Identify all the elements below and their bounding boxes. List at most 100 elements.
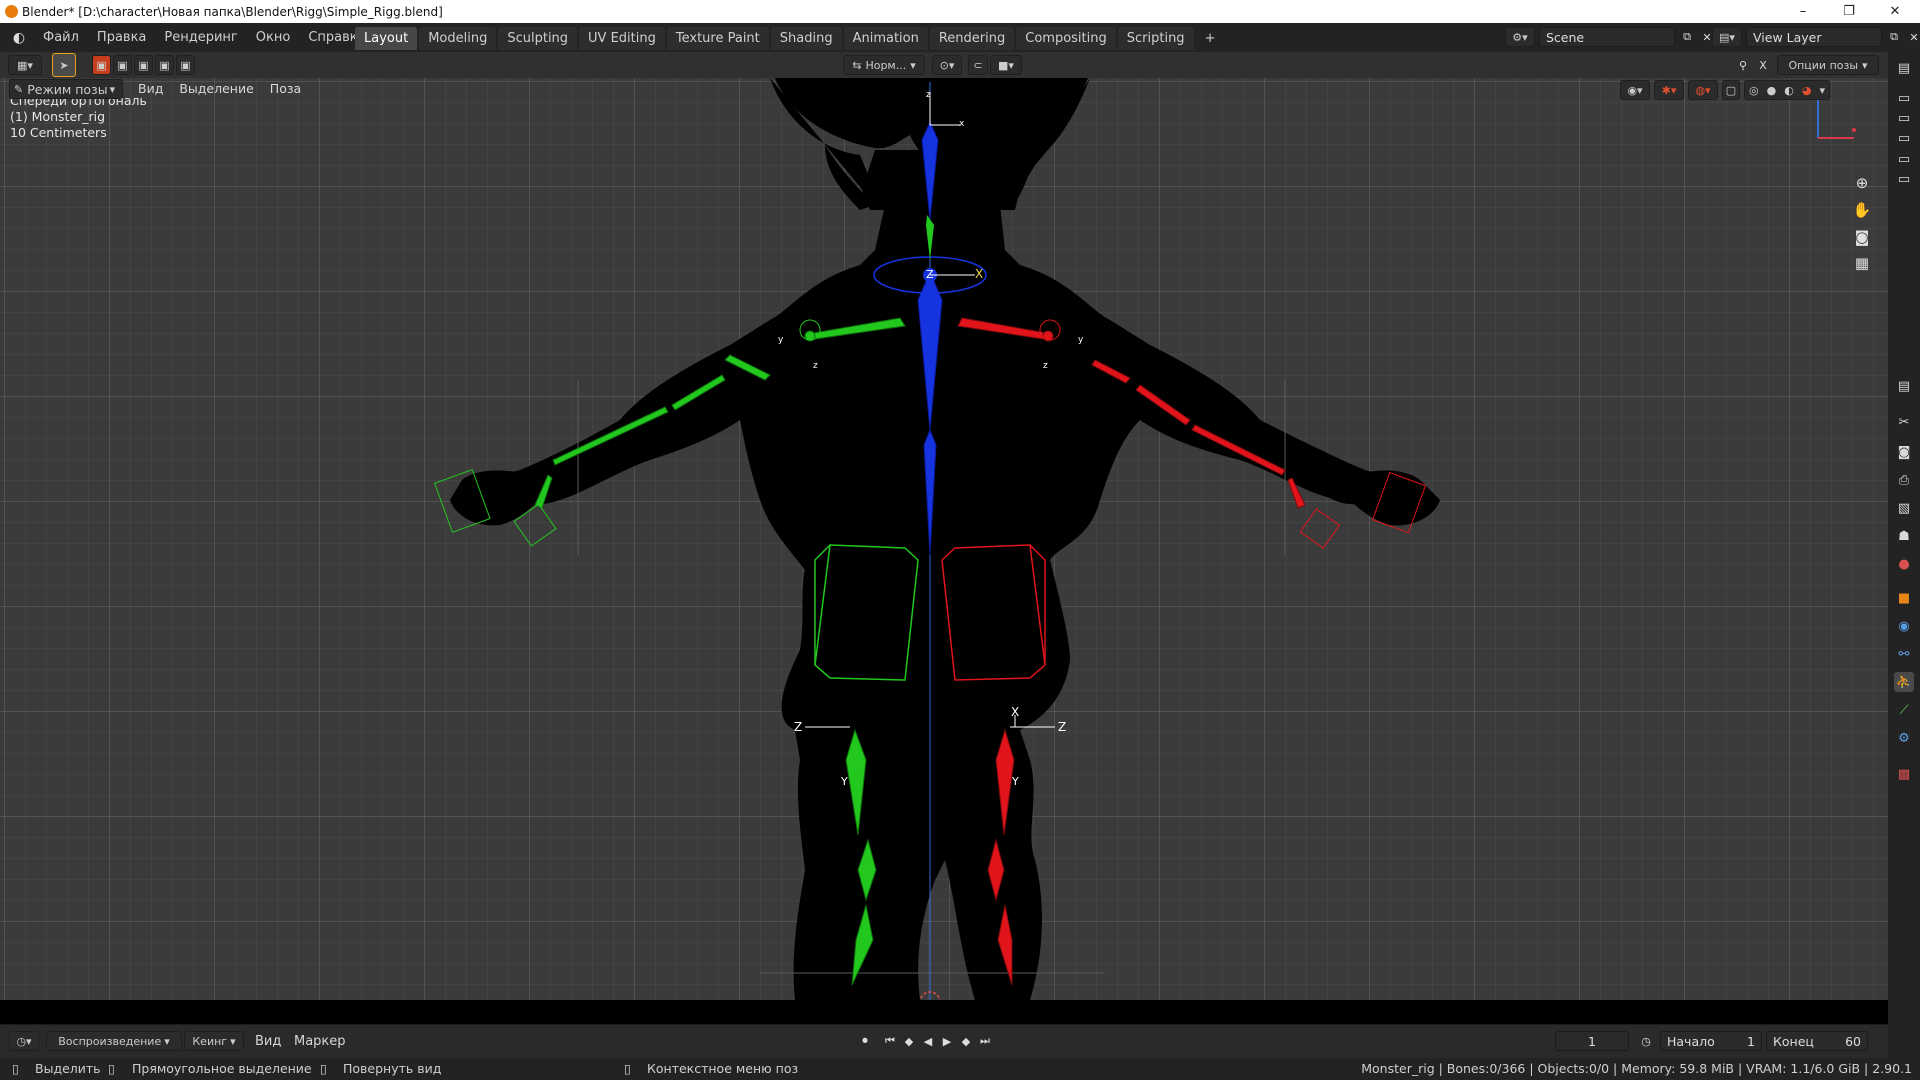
workspace-tab[interactable]: Compositing <box>1016 27 1116 50</box>
status-select-hint: Выделить <box>35 1061 101 1076</box>
workspace-tab[interactable]: Modeling <box>419 27 497 50</box>
scene-properties-icon[interactable]: ☗ <box>1894 526 1914 546</box>
jump-start-icon[interactable]: ⏮ <box>882 1033 898 1049</box>
play-icon[interactable]: ▶ <box>939 1033 955 1049</box>
render-properties-icon[interactable]: ◙ <box>1894 442 1914 462</box>
select-mode-extend-icon[interactable]: ▣ <box>113 55 132 75</box>
close-button[interactable]: ✕ <box>1872 0 1918 23</box>
menu-item[interactable]: Рендеринг <box>155 30 246 45</box>
camera-icon[interactable]: ◙ <box>1849 224 1875 250</box>
zoom-icon[interactable]: ⊕ <box>1849 170 1875 196</box>
mode-dropdown[interactable]: ✎ Режим позы ▾ <box>9 79 123 99</box>
start-frame-field[interactable]: Начало 1 <box>1660 1031 1762 1051</box>
outliner-row-icon[interactable]: ▭ <box>1894 128 1914 148</box>
solid-shading-icon[interactable]: ● <box>1767 84 1777 97</box>
minimize-button[interactable]: – <box>1780 0 1826 23</box>
constraints-properties-icon[interactable]: ⚯ <box>1894 644 1914 664</box>
armature-data-icon[interactable]: ⛹ <box>1894 672 1914 692</box>
properties-editor-icon[interactable]: ▤ <box>1894 376 1914 396</box>
scene-new-icon[interactable]: ⧉ <box>1679 29 1695 45</box>
view-layer-properties-icon[interactable]: ▧ <box>1894 498 1914 518</box>
record-icon[interactable]: ⏺ <box>857 1033 873 1049</box>
add-workspace-button[interactable]: + <box>1196 27 1225 50</box>
workspace-tab[interactable]: Animation <box>843 27 928 50</box>
timeline-editor-icon[interactable]: ◷▾ <box>9 1031 39 1051</box>
snap-target-icon[interactable]: ■▾ <box>990 55 1022 75</box>
select-tool-icon[interactable]: ➤ <box>52 53 76 77</box>
scene-field[interactable]: Scene <box>1539 27 1675 47</box>
view-layer-field[interactable]: View Layer <box>1746 27 1882 47</box>
3d-viewport[interactable]: z x Z X y z y z Z Z X Y Y Спереди ортого… <box>0 78 1888 1000</box>
viewport-menu-item[interactable]: Поза <box>262 81 309 96</box>
workspace-tab[interactable]: Shading <box>770 27 842 50</box>
prev-keyframe-icon[interactable]: ◆ <box>901 1033 917 1049</box>
transform-orientation-dropdown[interactable]: ⇆ Норм... ▾ <box>843 55 925 75</box>
viewport-menu-item[interactable]: Выделение <box>171 81 261 96</box>
chevron-down-icon[interactable]: ▾ <box>1819 84 1825 97</box>
menu-item[interactable]: Окно <box>247 30 300 45</box>
output-properties-icon[interactable]: ⎙ <box>1894 470 1914 490</box>
timeline-view-menu[interactable]: Вид <box>255 1034 281 1049</box>
bone-properties-icon[interactable]: ⟋ <box>1894 700 1914 720</box>
visibility-icon[interactable]: ◉▾ <box>1620 80 1650 100</box>
gizmo-toggle-icon[interactable]: ✱▾ <box>1654 80 1684 100</box>
current-frame-field[interactable]: 1 <box>1555 1031 1629 1051</box>
menu-item[interactable]: Файл <box>34 30 88 45</box>
material-shading-icon[interactable]: ◐ <box>1784 84 1794 97</box>
workspace-tab[interactable]: UV Editing <box>579 27 665 50</box>
ortho-grid-icon[interactable]: ▦ <box>1849 250 1875 276</box>
mirror-icon[interactable]: ⚲ <box>1735 57 1751 73</box>
preview-range-icon[interactable]: ◷ <box>1638 1033 1654 1049</box>
world-properties-icon[interactable]: ● <box>1894 554 1914 574</box>
outliner-row-icon[interactable]: ▭ <box>1894 88 1914 108</box>
workspace-tab[interactable]: Texture Paint <box>666 27 769 50</box>
next-keyframe-icon[interactable]: ◆ <box>958 1033 974 1049</box>
object-properties-icon[interactable]: ■ <box>1894 588 1914 608</box>
pan-hand-icon[interactable]: ✋ <box>1849 197 1875 223</box>
chevron-down-icon: ▾ <box>164 1034 170 1048</box>
view-layer-browse-icon[interactable]: ▤▾ <box>1712 27 1742 47</box>
workspace-tab[interactable]: Sculpting <box>498 27 578 50</box>
workspace-tab[interactable]: Layout <box>355 27 418 50</box>
play-reverse-icon[interactable]: ◀ <box>920 1033 936 1049</box>
end-frame-field[interactable]: Конец 60 <box>1766 1031 1868 1051</box>
workspace-tab[interactable]: Scripting <box>1117 27 1194 50</box>
rendered-shading-icon[interactable]: ◕ <box>1802 84 1812 97</box>
overlay-toggle-icon[interactable]: ◍▾ <box>1688 80 1718 100</box>
jump-end-icon[interactable]: ⏭ <box>977 1033 993 1049</box>
select-mode-new-icon[interactable]: ▣ <box>92 55 111 75</box>
snap-icon[interactable]: ⊂ <box>968 55 988 75</box>
texture-properties-icon[interactable]: ▩ <box>1894 764 1914 784</box>
workspace-tab[interactable]: Rendering <box>929 27 1015 50</box>
scene-browse-icon[interactable]: ⚙▾ <box>1505 27 1535 47</box>
outliner-editor-icon[interactable]: ▤ <box>1894 58 1914 78</box>
x-mirror-icon[interactable]: X <box>1755 57 1771 73</box>
outliner-row-icon[interactable]: ▭ <box>1894 108 1914 128</box>
pivot-point-icon[interactable]: ⊙▾ <box>932 55 962 75</box>
timeline-marker-menu[interactable]: Маркер <box>294 1034 346 1049</box>
bone-constraints-icon[interactable]: ⚙ <box>1894 728 1914 748</box>
playback-dropdown[interactable]: Воспроизведение ▾ <box>46 1031 182 1051</box>
view-layer-delete-icon[interactable]: ✕ <box>1906 29 1920 45</box>
menu-item[interactable]: Правка <box>88 30 155 45</box>
view-layer-new-icon[interactable]: ⧉ <box>1886 29 1902 45</box>
keying-dropdown[interactable]: Кеинг ▾ <box>184 1031 244 1051</box>
pose-mode-icon: ✎ <box>14 82 24 96</box>
timeline-strip[interactable] <box>0 1000 1888 1024</box>
viewport-menu-item[interactable]: Вид <box>130 81 171 96</box>
wireframe-shading-icon[interactable]: ◎ <box>1749 84 1759 97</box>
maximize-button[interactable]: ❐ <box>1826 0 1872 23</box>
shading-modes[interactable]: ◎ ● ◐ ◕ ▾ <box>1744 80 1830 100</box>
outliner-row-icon[interactable]: ▭ <box>1894 169 1914 189</box>
xray-icon[interactable]: ▢ <box>1722 80 1740 100</box>
physics-properties-icon[interactable]: ◉ <box>1894 616 1914 636</box>
select-mode-invert-icon[interactable]: ▣ <box>155 55 174 75</box>
tool-properties-icon[interactable]: ✂ <box>1894 412 1914 432</box>
select-mode-subtract-icon[interactable]: ▣ <box>134 55 153 75</box>
blender-menu-icon[interactable]: ◐ <box>8 30 30 46</box>
orientation-gizmo[interactable] <box>1810 94 1860 144</box>
select-mode-intersect-icon[interactable]: ▣ <box>176 55 195 75</box>
outliner-row-icon[interactable]: ▭ <box>1894 149 1914 169</box>
editor-type-icon[interactable]: ▦▾ <box>8 55 42 75</box>
pose-options-dropdown[interactable]: Опции позы ▾ <box>1777 55 1879 75</box>
